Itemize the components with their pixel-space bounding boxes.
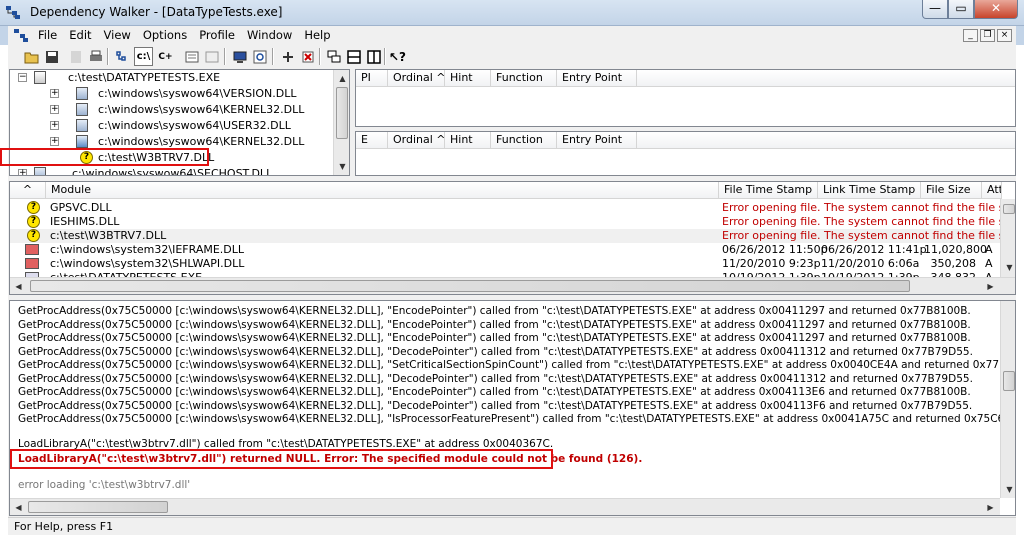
column-header[interactable]: Entry Point — [557, 70, 637, 87]
open-icon[interactable] — [22, 47, 41, 66]
save-icon[interactable] — [42, 47, 61, 66]
maximize-button[interactable]: ▭ — [948, 0, 974, 19]
document-icon[interactable] — [14, 29, 28, 42]
menu-view[interactable]: View — [98, 26, 137, 45]
highlight-box — [0, 148, 209, 166]
log-line: GetProcAddress(0x75C50000 [c:\windows\sy… — [18, 413, 1016, 425]
toolbar: c:\ C+ ↖? — [8, 45, 1016, 69]
scroll-thumb[interactable] — [28, 501, 168, 513]
close-doc-icon[interactable] — [66, 47, 85, 66]
copy-icon[interactable] — [112, 47, 131, 66]
view-imports-icon[interactable] — [182, 47, 201, 66]
module-icon — [25, 258, 39, 269]
find-icon[interactable] — [250, 47, 269, 66]
table-row-selected[interactable]: ? c:\test\W3BTRV7.DLL Error opening file… — [10, 229, 1015, 243]
column-header[interactable]: PI — [356, 70, 388, 87]
tile-vertical-icon[interactable] — [364, 47, 383, 66]
menu-file[interactable]: File — [32, 26, 63, 45]
log-line: GetProcAddress(0x75C50000 [c:\windows\sy… — [18, 373, 973, 385]
menu-bar: File Edit View Options Profile Window Help _ ❐… — [0, 26, 1024, 45]
log-vertical-scrollbar[interactable]: ▼ — [1000, 301, 1015, 498]
status-bar: For Help, press F1 — [8, 517, 1016, 535]
scroll-down-icon[interactable]: ▼ — [334, 158, 349, 175]
missing-module-icon: ? — [27, 201, 40, 214]
system-info-icon[interactable] — [230, 47, 249, 66]
full-paths-button[interactable]: c:\ — [134, 47, 153, 66]
column-header[interactable]: Function — [491, 70, 557, 87]
log-line: GetProcAddress(0x75C50000 [c:\windows\sy… — [18, 386, 971, 398]
table-row[interactable]: c:\windows\system32\IEFRAME.DLL 06/26/20… — [10, 243, 1002, 257]
scroll-down-icon[interactable]: ▼ — [1001, 481, 1015, 498]
column-header[interactable]: File Size — [921, 182, 982, 199]
print-icon[interactable] — [86, 47, 105, 66]
log-line: GetProcAddress(0x75C50000 [c:\windows\sy… — [18, 400, 973, 412]
table-row[interactable]: ? IESHIMS.DLL Error opening file. The sy… — [10, 215, 1015, 229]
menu-edit[interactable]: Edit — [63, 26, 97, 45]
tree-vertical-scrollbar[interactable]: ▲ ▼ — [333, 70, 349, 175]
mdi-minimize-button[interactable]: _ — [963, 29, 978, 42]
view-exports-icon[interactable] — [202, 47, 221, 66]
scroll-right-icon[interactable]: ▶ — [982, 499, 999, 515]
module-vertical-scrollbar[interactable]: ▼ — [1000, 199, 1015, 277]
log-line: GetProcAddress(0x75C50000 [c:\windows\sy… — [18, 359, 1016, 371]
module-list-pane[interactable]: ^ Module File Time Stamp Link Time Stamp… — [9, 181, 1016, 295]
column-header[interactable]: Ordinal ^ — [388, 132, 445, 149]
mdi-restore-button[interactable]: ❐ — [980, 29, 995, 42]
log-horizontal-scrollbar[interactable]: ◀ ▶ — [10, 498, 1000, 515]
context-help-icon[interactable]: ↖? — [388, 47, 407, 66]
scroll-thumb[interactable] — [336, 87, 348, 139]
column-header[interactable]: Function — [491, 132, 557, 149]
column-header[interactable]: Entry Point — [557, 132, 637, 149]
minimize-button[interactable]: — — [922, 0, 948, 19]
undecorate-button[interactable]: C+ — [156, 47, 175, 66]
column-header[interactable]: E — [356, 132, 388, 149]
column-header[interactable]: Hint — [445, 70, 491, 87]
module-horizontal-scrollbar[interactable]: ◀ ▶ — [10, 277, 1015, 294]
log-line: GetProcAddress(0x75C50000 [c:\windows\sy… — [18, 346, 973, 358]
column-header[interactable]: Ordinal ^ — [388, 70, 445, 87]
configure-icon[interactable] — [278, 47, 297, 66]
scroll-left-icon[interactable]: ◀ — [10, 278, 27, 294]
table-row[interactable]: ? GPSVC.DLL Error opening file. The syst… — [10, 201, 1015, 215]
tile-horizontal-icon[interactable] — [344, 47, 363, 66]
column-header[interactable]: ^ — [10, 182, 46, 199]
app-icon — [6, 6, 20, 19]
scroll-thumb[interactable] — [30, 280, 910, 292]
scroll-down-icon[interactable]: ▼ — [1001, 259, 1015, 276]
scroll-left-icon[interactable]: ◀ — [10, 499, 27, 515]
column-header[interactable]: Hint — [445, 132, 491, 149]
module-icon — [25, 244, 39, 255]
scroll-thumb[interactable] — [1003, 204, 1015, 214]
menu-profile[interactable]: Profile — [193, 26, 241, 45]
log-line: GetProcAddress(0x75C50000 [c:\windows\sy… — [18, 332, 971, 344]
scroll-up-icon[interactable]: ▲ — [334, 70, 349, 87]
missing-module-icon: ? — [27, 215, 40, 228]
title-bar: Dependency Walker - [DataTypeTests.exe] … — [0, 0, 1024, 26]
menu-window[interactable]: Window — [241, 26, 298, 45]
log-line: GetProcAddress(0x75C50000 [c:\windows\sy… — [18, 319, 971, 331]
column-header[interactable]: Att — [982, 182, 1002, 199]
menu-options[interactable]: Options — [137, 26, 193, 45]
column-header[interactable]: Module — [46, 182, 719, 199]
log-line: GetProcAddress(0x75C50000 [c:\windows\sy… — [18, 305, 971, 317]
delete-icon[interactable] — [298, 47, 317, 66]
table-row[interactable]: c:\windows\system32\SHLWAPI.DLL 11/20/20… — [10, 257, 1002, 271]
highlight-box — [10, 449, 553, 469]
log-line-final: error loading 'c:\test\w3btrv7.dll' — [18, 479, 191, 491]
close-button[interactable]: ✕ — [974, 0, 1018, 19]
scroll-right-icon[interactable]: ▶ — [982, 278, 999, 294]
window-title: Dependency Walker - [DataTypeTests.exe] — [30, 5, 283, 19]
cascade-icon[interactable] — [324, 47, 343, 66]
log-pane[interactable]: GetProcAddress(0x75C50000 [c:\windows\sy… — [9, 300, 1016, 516]
exports-pane[interactable]: E Ordinal ^ Hint Function Entry Point — [355, 131, 1016, 176]
missing-module-icon: ? — [27, 229, 40, 242]
scroll-thumb[interactable] — [1003, 371, 1015, 391]
column-header[interactable]: Link Time Stamp — [818, 182, 921, 199]
menu-help[interactable]: Help — [298, 26, 336, 45]
imports-pane[interactable]: PI Ordinal ^ Hint Function Entry Point — [355, 69, 1016, 127]
column-header[interactable]: File Time Stamp — [719, 182, 818, 199]
mdi-close-button[interactable]: × — [997, 29, 1012, 42]
